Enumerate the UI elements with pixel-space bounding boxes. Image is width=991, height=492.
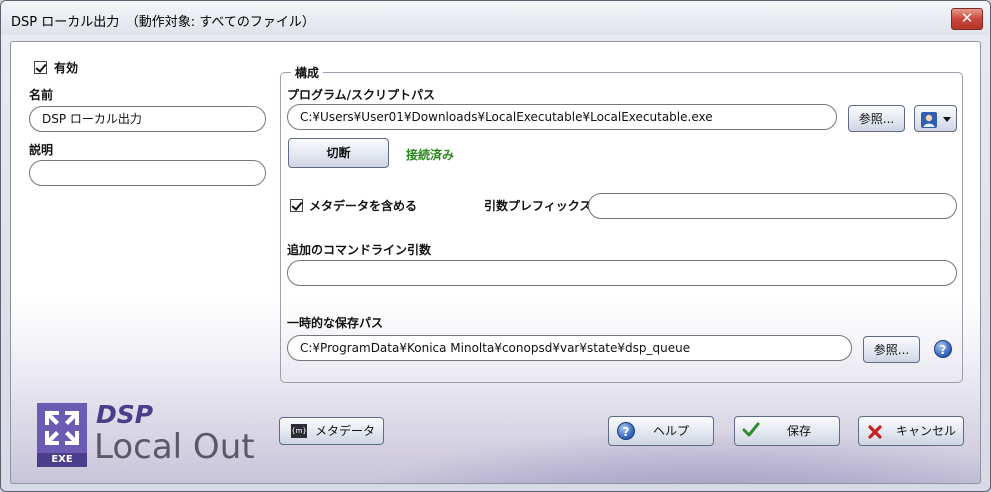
logo-badge-text: EXE	[51, 454, 73, 465]
program-options-dropdown[interactable]	[914, 105, 957, 132]
name-field[interactable]: DSP ローカル出力	[29, 106, 266, 132]
metadata-button[interactable]: {m} メタデータ	[279, 417, 384, 445]
logo-title-local-out: Local Out	[94, 427, 255, 467]
enabled-label: 有効	[54, 61, 79, 75]
enabled-checkbox[interactable]	[34, 61, 47, 74]
arg-prefix-field[interactable]	[588, 193, 957, 219]
include-metadata-label: メタデータを含める	[309, 199, 418, 213]
help-icon: ?	[617, 422, 635, 440]
config-group-title: 構成	[291, 64, 324, 81]
cancel-button-label: キャンセル	[896, 424, 957, 438]
dsp-logo-icon: EXE	[37, 403, 87, 467]
help-button[interactable]: ? ヘルプ	[608, 416, 714, 446]
extra-cmdline-label: 追加のコマンドライン引数	[287, 243, 432, 257]
window-title: DSP ローカル出力 （動作対象: すべてのファイル）	[11, 15, 315, 30]
metadata-button-label: メタデータ	[315, 424, 376, 438]
disconnect-button[interactable]: 切断	[288, 138, 389, 168]
program-path-field[interactable]: C:¥Users¥User01¥Downloads¥LocalExecutabl…	[287, 104, 837, 130]
temp-path-label: 一時的な保存パス	[287, 316, 384, 330]
title-bar: DSP ローカル出力 （動作対象: すべてのファイル） ✕	[1, 1, 990, 35]
temp-path-help-icon[interactable]: ?	[934, 340, 952, 358]
program-browse-button[interactable]: 参照...	[848, 105, 905, 132]
help-button-label: ヘルプ	[653, 424, 690, 438]
person-icon	[921, 111, 937, 128]
temp-browse-button[interactable]: 参照...	[863, 336, 920, 363]
description-field[interactable]	[29, 160, 266, 186]
chevron-down-icon	[943, 117, 951, 122]
logo-title-dsp: DSP	[96, 400, 154, 429]
connection-status: 接続済み	[406, 148, 455, 162]
arg-prefix-label: 引数プレフィックス	[484, 199, 592, 213]
close-button[interactable]: ✕	[951, 8, 983, 30]
description-label: 説明	[29, 143, 54, 157]
cancel-button[interactable]: キャンセル	[858, 416, 964, 446]
name-label: 名前	[29, 88, 54, 102]
cross-icon	[867, 422, 883, 450]
save-button[interactable]: 保存	[734, 416, 840, 446]
dialog-content: 有効 名前 DSP ローカル出力 説明 構成 プログラム/スクリプトパス C:¥…	[10, 41, 981, 484]
checkmark-icon	[742, 421, 760, 449]
save-button-label: 保存	[787, 424, 812, 438]
program-path-label: プログラム/スクリプトパス	[287, 88, 436, 102]
metadata-icon: {m}	[291, 424, 307, 438]
include-metadata-checkbox[interactable]	[290, 199, 303, 212]
temp-path-field[interactable]: C:¥ProgramData¥Konica Minolta¥conopsd¥va…	[287, 335, 852, 361]
dialog-window: DSP ローカル出力 （動作対象: すべてのファイル） ✕ 有効 名前 DSP …	[0, 0, 991, 492]
extra-cmdline-field[interactable]	[287, 260, 957, 286]
